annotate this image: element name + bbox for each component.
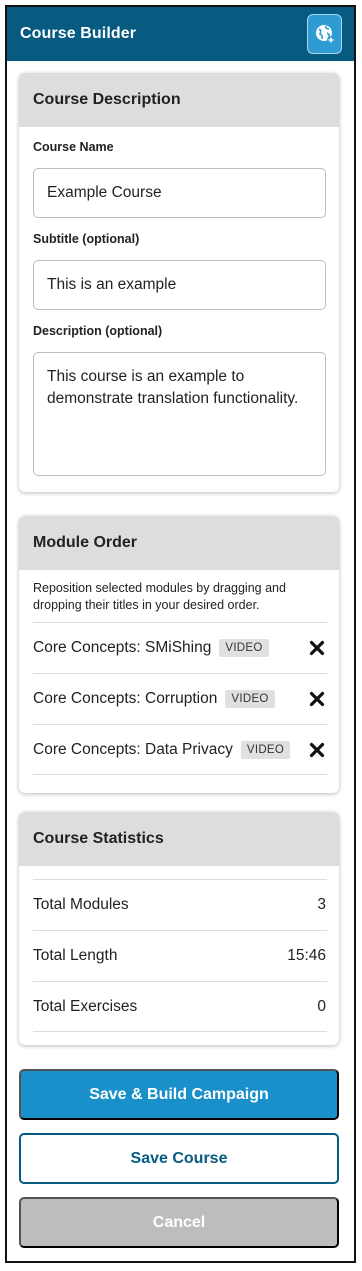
stat-value: 3 bbox=[317, 896, 326, 913]
module-title[interactable]: Core Concepts: Corruption bbox=[33, 690, 217, 708]
stat-row-exercises: Total Exercises 0 bbox=[33, 981, 327, 1032]
save-build-campaign-button[interactable]: Save & Build Campaign bbox=[19, 1069, 339, 1120]
stat-row-length: Total Length 15:46 bbox=[33, 930, 327, 981]
remove-module-icon[interactable] bbox=[309, 742, 325, 758]
description-textarea[interactable]: This course is an example to demonstrate… bbox=[33, 352, 326, 476]
course-description-heading: Course Description bbox=[19, 73, 339, 127]
course-description-card: Course Description Course Name Example C… bbox=[19, 73, 339, 492]
remove-module-icon[interactable] bbox=[309, 691, 325, 707]
subtitle-input[interactable]: This is an example bbox=[33, 260, 326, 310]
subtitle-label: Subtitle (optional) bbox=[33, 232, 140, 246]
panel-header: Course Builder bbox=[7, 7, 354, 61]
module-order-hint: Reposition selected modules by dragging … bbox=[33, 581, 286, 612]
stat-value: 0 bbox=[317, 997, 326, 1015]
module-order-card: Module Order Reposition selected modules… bbox=[19, 516, 339, 793]
video-badge: VIDEO bbox=[240, 740, 291, 759]
video-badge: VIDEO bbox=[219, 639, 269, 657]
course-name-label: Course Name bbox=[33, 140, 114, 154]
panel-title: Course Builder bbox=[20, 25, 137, 42]
description-label: Description (optional) bbox=[33, 324, 163, 338]
course-name-input[interactable]: Example Course bbox=[33, 168, 326, 218]
stat-label: Total Exercises bbox=[33, 997, 138, 1015]
cancel-button[interactable]: Cancel bbox=[19, 1197, 339, 1248]
module-row[interactable]: Core Concepts: Corruption VIDEO bbox=[33, 673, 327, 724]
course-statistics-heading: Course Statistics bbox=[19, 812, 339, 866]
remove-module-icon[interactable] bbox=[309, 640, 325, 656]
translate-button[interactable] bbox=[307, 14, 342, 54]
stat-value: 15:46 bbox=[287, 947, 326, 964]
stat-label: Total Modules bbox=[33, 896, 129, 913]
module-row[interactable]: Core Concepts: Data Privacy VIDEO bbox=[33, 724, 327, 775]
video-badge: VIDEO bbox=[225, 690, 275, 708]
module-order-heading: Module Order bbox=[19, 516, 339, 570]
stat-row-modules: Total Modules 3 bbox=[33, 879, 327, 930]
stat-label: Total Length bbox=[33, 947, 118, 964]
module-title[interactable]: Core Concepts: SMiShing bbox=[33, 639, 211, 657]
globe-plus-icon bbox=[315, 25, 335, 44]
course-statistics-card: Course Statistics Total Modules 3 Total … bbox=[19, 812, 339, 1045]
module-row[interactable]: Core Concepts: SMiShing VIDEO bbox=[33, 622, 327, 673]
course-builder-panel: Course Builder Course Description Course… bbox=[5, 5, 356, 1263]
module-title[interactable]: Core Concepts: Data Privacy bbox=[33, 741, 233, 759]
save-course-button[interactable]: Save Course bbox=[19, 1133, 339, 1184]
